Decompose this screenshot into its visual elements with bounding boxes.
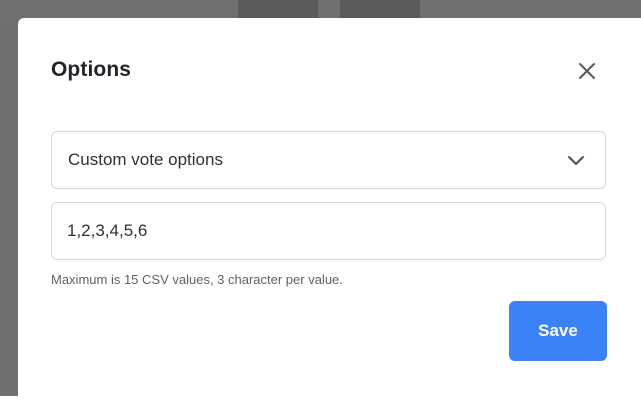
backdrop-bottom — [0, 396, 641, 407]
backdrop-strip — [340, 0, 420, 18]
close-button[interactable] — [575, 59, 599, 83]
close-icon — [579, 63, 595, 79]
save-button[interactable]: Save — [509, 301, 607, 361]
csv-values-field[interactable] — [51, 202, 606, 260]
vote-options-select[interactable]: Custom vote options — [51, 131, 606, 189]
help-text: Maximum is 15 CSV values, 3 character pe… — [51, 272, 343, 287]
backdrop-top — [0, 0, 641, 18]
modal-title: Options — [51, 58, 132, 81]
backdrop-left — [0, 18, 18, 396]
backdrop-strip — [238, 0, 318, 18]
csv-values-input[interactable] — [67, 203, 587, 259]
select-value: Custom vote options — [68, 150, 223, 169]
options-modal: Options Custom vote options Maximum is 1… — [18, 18, 641, 396]
chevron-down-icon — [568, 156, 584, 165]
